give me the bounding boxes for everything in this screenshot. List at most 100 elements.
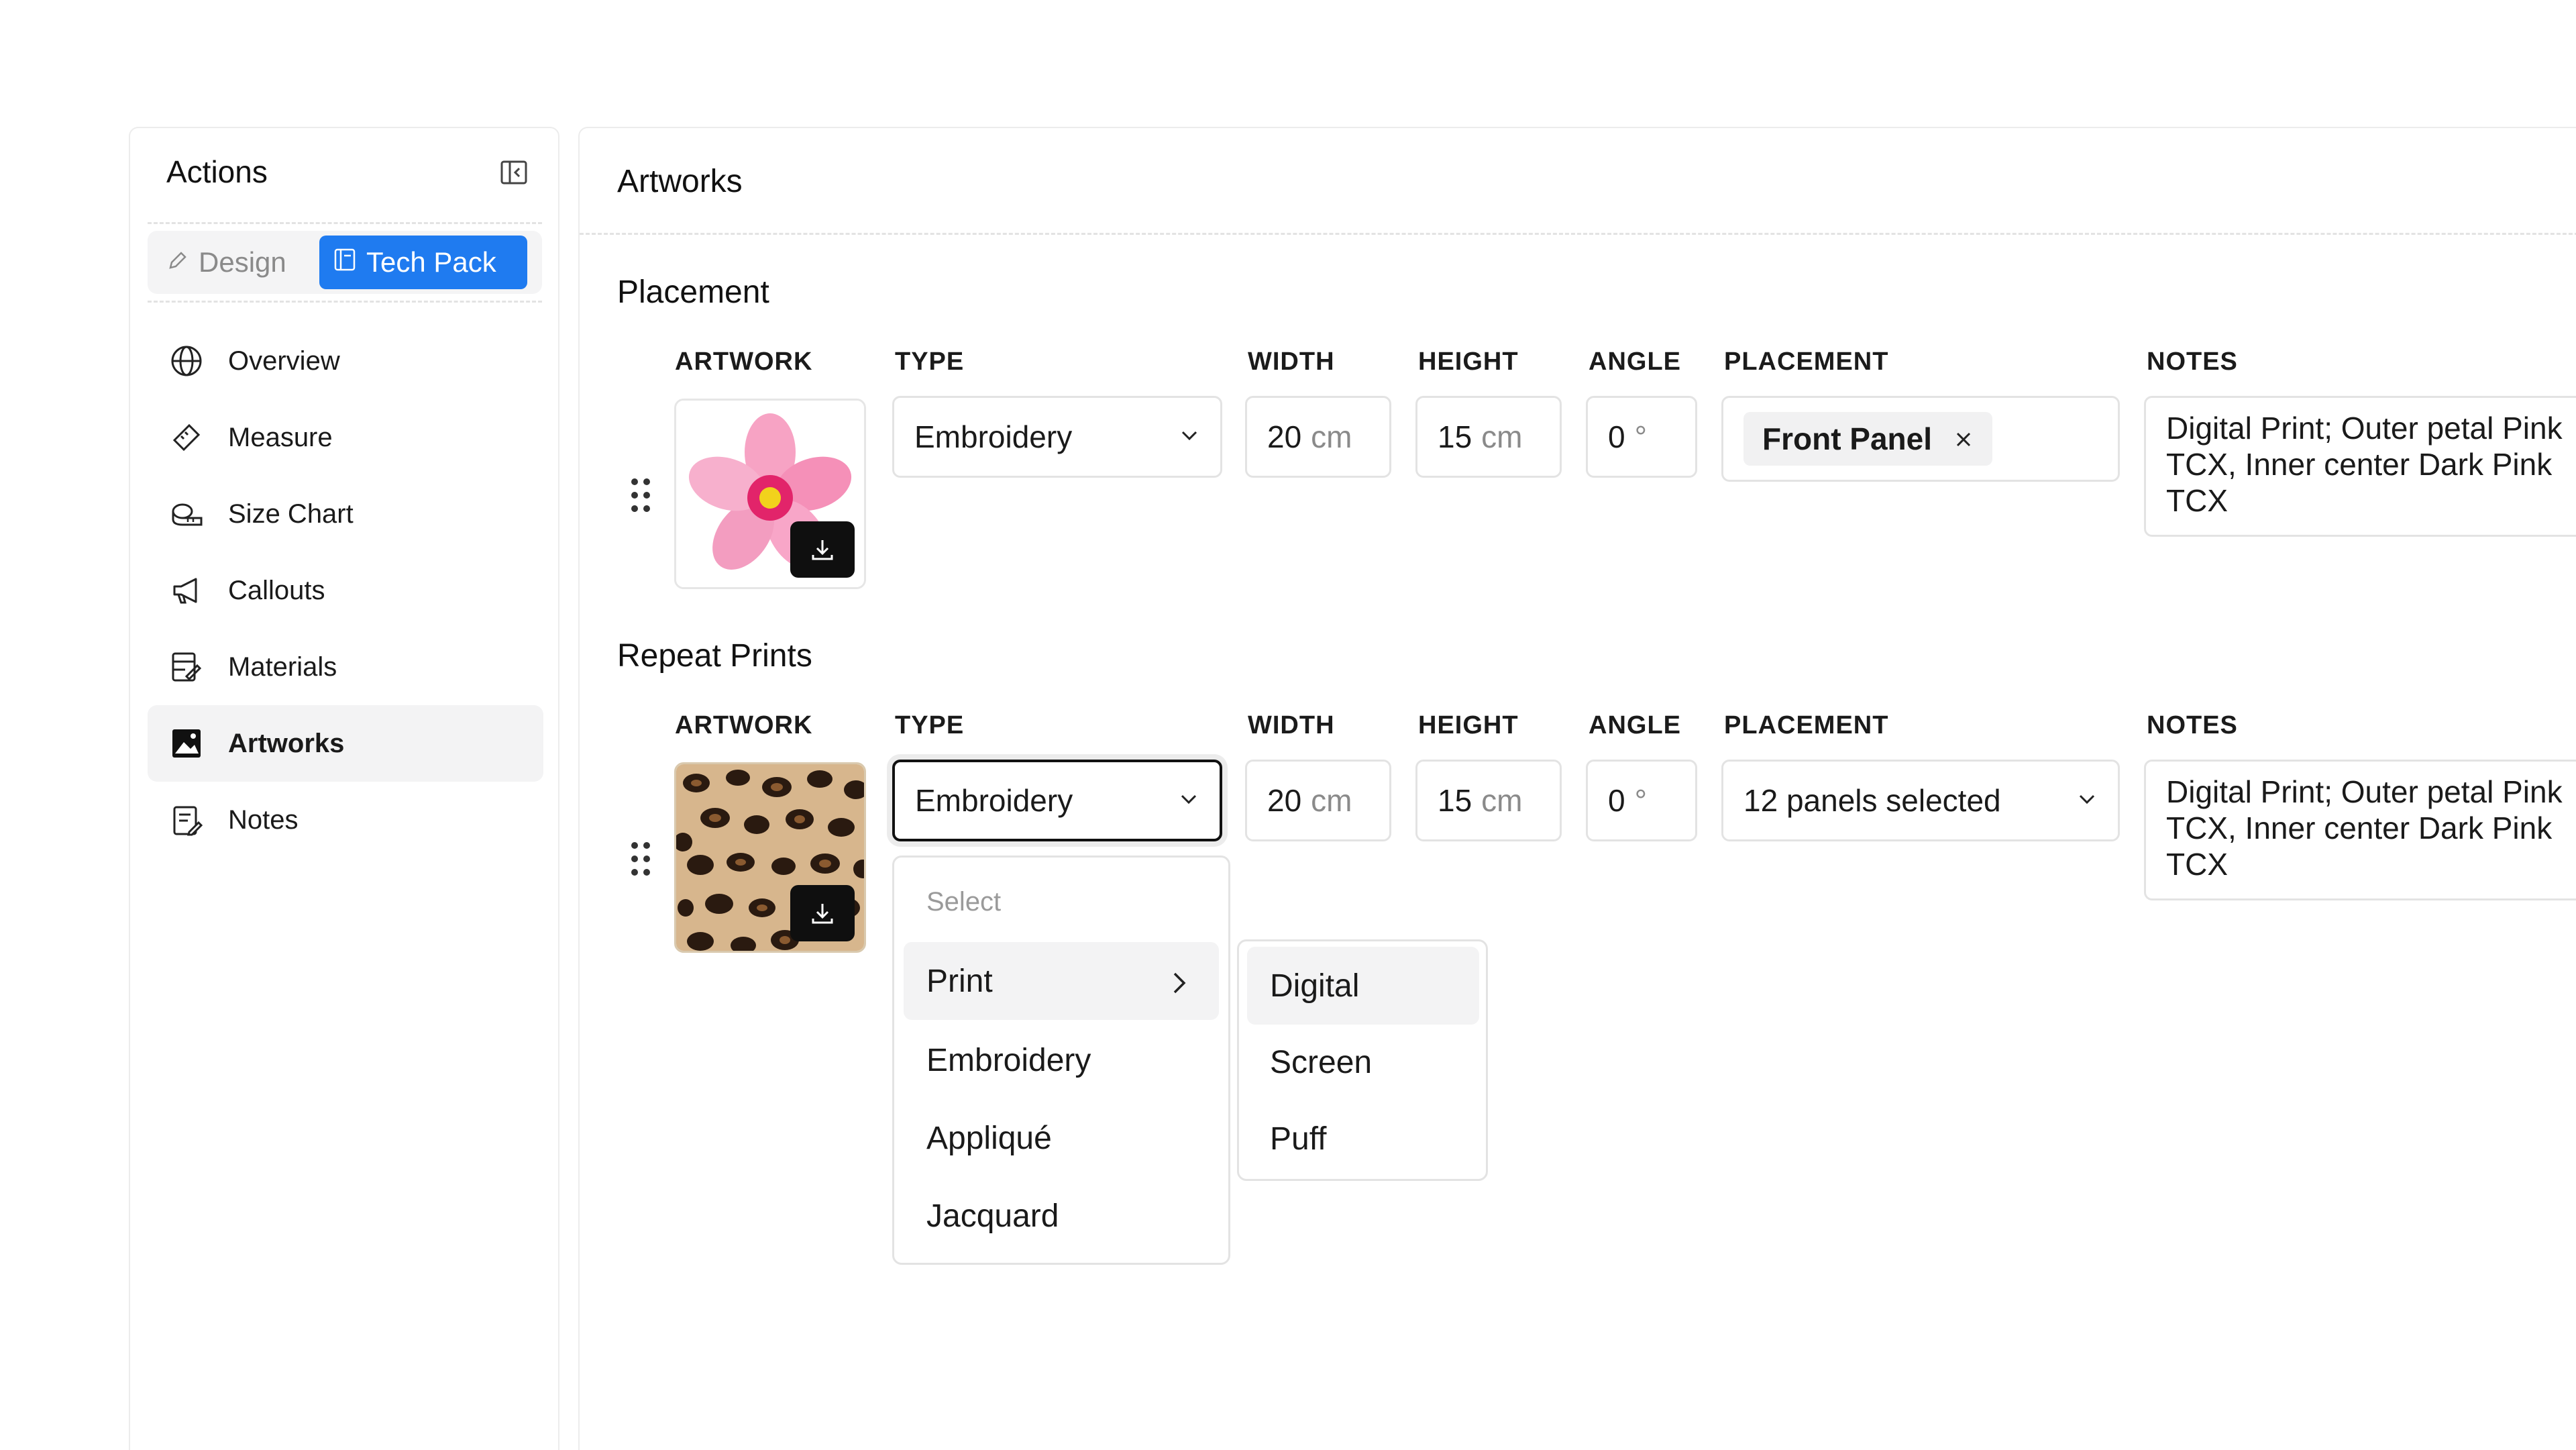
col-header-height: HEIGHT — [1418, 711, 1519, 739]
height-value: 15 — [1438, 783, 1472, 818]
col-header-angle: ANGLE — [1589, 348, 1681, 376]
col-header-angle: ANGLE — [1589, 711, 1681, 739]
submenu-item-screen[interactable]: Screen — [1247, 1023, 1479, 1101]
menu-item-label: Jacquard — [926, 1198, 1059, 1234]
download-artwork-button[interactable] — [790, 885, 855, 941]
height-input-placement[interactable]: 15 cm — [1415, 396, 1562, 478]
sidebar-item-callouts[interactable]: Callouts — [148, 552, 543, 629]
tech-pack-icon — [333, 246, 357, 278]
menu-item-label: Embroidery — [926, 1042, 1091, 1078]
close-icon[interactable] — [1953, 421, 1974, 457]
col-header-placement: PLACEMENT — [1724, 711, 1889, 739]
download-icon — [812, 904, 833, 924]
placement-chip-label: Front Panel — [1762, 421, 1933, 456]
col-header-height: HEIGHT — [1418, 348, 1519, 376]
placement-select-value: 12 panels selected — [1743, 783, 2001, 818]
pencil-icon — [166, 246, 189, 278]
design-tab-label: Design — [199, 246, 286, 278]
type-select-placement[interactable]: Embroidery — [892, 396, 1222, 478]
angle-value: 0 — [1608, 419, 1625, 454]
col-header-artwork: ARTWORK — [675, 711, 813, 739]
collapse-sidebar-icon[interactable] — [500, 160, 527, 185]
type-select-value: Embroidery — [914, 419, 1073, 454]
angle-input-placement[interactable]: 0 ° — [1586, 396, 1697, 478]
width-value: 20 — [1267, 419, 1302, 454]
sidebar-item-materials[interactable]: Materials — [148, 629, 543, 705]
drag-handle-icon[interactable] — [628, 839, 655, 879]
image-icon — [168, 725, 205, 762]
chevron-right-icon — [1167, 968, 1191, 1004]
sidebar-item-artworks[interactable]: Artworks — [148, 705, 543, 782]
sidebar-item-label: Notes — [228, 805, 299, 835]
dropdown-header: Select — [926, 887, 1002, 917]
repeat-prints-section-title: Repeat Prints — [617, 638, 812, 674]
placement-select-repeat[interactable]: 12 panels selected — [1721, 760, 2120, 841]
artwork-thumbnail-flower[interactable] — [674, 399, 866, 589]
col-header-notes: NOTES — [2147, 348, 2238, 376]
sidebar-item-label: Measure — [228, 422, 333, 452]
menu-item-label: Appliqué — [926, 1120, 1052, 1156]
sidebar-item-notes[interactable]: Notes — [148, 782, 543, 858]
width-input-repeat[interactable]: 20 cm — [1245, 760, 1391, 841]
sidebar-item-label: Materials — [228, 652, 337, 682]
col-header-artwork: ARTWORK — [675, 348, 813, 376]
artwork-thumbnail-leopard[interactable] — [674, 762, 866, 953]
notes-icon — [168, 801, 205, 839]
sidebar-title: Actions — [166, 154, 268, 189]
placement-chip: Front Panel — [1743, 412, 1993, 466]
sidebar-nav: Overview Measure Size Chart Callouts Mat… — [148, 323, 543, 858]
chevron-down-icon — [2075, 782, 2099, 819]
sidebar-item-measure[interactable]: Measure — [148, 399, 543, 476]
col-header-notes: NOTES — [2147, 711, 2238, 739]
submenu-item-label: Puff — [1270, 1121, 1327, 1157]
width-input-placement[interactable]: 20 cm — [1245, 396, 1391, 478]
height-input-repeat[interactable]: 15 cm — [1415, 760, 1562, 841]
sidebar-item-label: Artworks — [228, 728, 345, 758]
chevron-down-icon — [1177, 782, 1201, 819]
submenu-item-digital[interactable]: Digital — [1247, 947, 1479, 1025]
width-unit: cm — [1311, 419, 1352, 454]
type-select-repeat[interactable]: Embroidery — [892, 760, 1222, 841]
download-artwork-button[interactable] — [790, 521, 855, 578]
submenu-item-label: Digital — [1270, 968, 1360, 1004]
col-header-type: TYPE — [895, 711, 965, 739]
notes-field-placement[interactable]: Digital Print; Outer petal Pink TCX, Inn… — [2144, 396, 2576, 537]
menu-item-label: Print — [926, 963, 993, 999]
angle-value: 0 — [1608, 783, 1625, 818]
col-header-type: TYPE — [895, 348, 965, 376]
menu-item-embroidery[interactable]: Embroidery — [904, 1021, 1219, 1099]
placement-section-title: Placement — [617, 274, 769, 310]
download-icon — [812, 540, 833, 560]
angle-unit: ° — [1634, 419, 1647, 454]
sidebar-item-size-chart[interactable]: Size Chart — [148, 476, 543, 552]
menu-item-applique[interactable]: Appliqué — [904, 1099, 1219, 1177]
angle-unit: ° — [1634, 783, 1647, 818]
sidebar-item-label: Callouts — [228, 575, 325, 605]
tech-pack-tab[interactable]: Tech Pack — [319, 236, 527, 289]
globe-icon — [168, 342, 205, 380]
mode-toggle: Design Tech Pack — [148, 231, 542, 294]
mode-toggle-wrapper: Design Tech Pack — [148, 222, 542, 303]
height-unit: cm — [1481, 419, 1523, 454]
drag-handle-icon[interactable] — [628, 475, 655, 515]
submenu-item-puff[interactable]: Puff — [1247, 1100, 1479, 1178]
notes-field-repeat[interactable]: Digital Print; Outer petal Pink TCX, Inn… — [2144, 760, 2576, 900]
height-value: 15 — [1438, 419, 1472, 454]
col-header-width: WIDTH — [1248, 711, 1335, 739]
tech-pack-tab-label: Tech Pack — [366, 246, 496, 278]
tape-measure-icon — [168, 495, 205, 533]
height-unit: cm — [1481, 783, 1523, 818]
placement-multiselect-placement[interactable]: Front Panel — [1721, 396, 2120, 482]
menu-item-jacquard[interactable]: Jacquard — [904, 1177, 1219, 1255]
type-select-value: Embroidery — [915, 783, 1073, 818]
print-submenu: Digital Screen Puff — [1237, 939, 1488, 1181]
menu-item-print[interactable]: Print — [904, 942, 1219, 1020]
design-tab[interactable]: Design — [153, 236, 311, 289]
col-header-placement: PLACEMENT — [1724, 348, 1889, 376]
angle-input-repeat[interactable]: 0 ° — [1586, 760, 1697, 841]
sidebar-item-label: Overview — [228, 346, 340, 376]
header-divider — [580, 233, 2576, 235]
sidebar-item-label: Size Chart — [228, 499, 354, 529]
ruler-icon — [168, 419, 205, 456]
sidebar-item-overview[interactable]: Overview — [148, 323, 543, 399]
